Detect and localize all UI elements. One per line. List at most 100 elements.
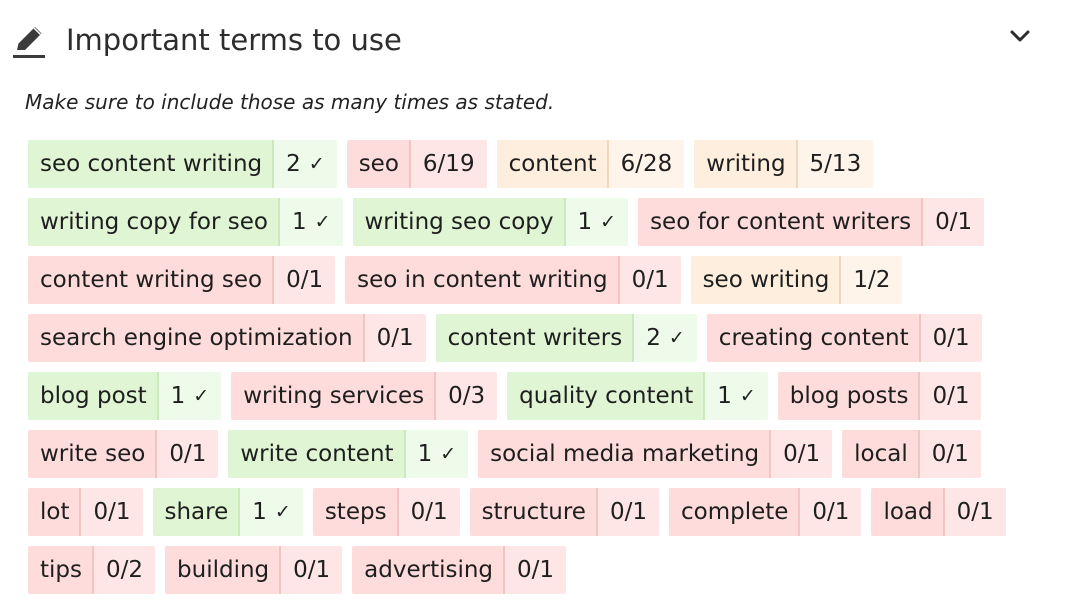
term-chip[interactable]: creating content 0/1 [706,314,982,362]
term-count-value: 2 [286,151,301,177]
term-label: writing seo copy [352,198,564,246]
term-count: 0/1 [272,256,336,304]
term-chip[interactable]: load 0/1 [871,488,1006,536]
term-chip[interactable]: write content 1 ✓ [228,430,469,478]
term-chip[interactable]: seo 6/19 [346,140,487,188]
term-label: write content [228,430,404,478]
term-label: seo [346,140,409,188]
term-count-value: 0/1 [609,499,647,525]
term-chip[interactable]: seo in content writing 0/1 [345,256,681,304]
term-count: 1 ✓ [277,198,343,246]
term-chip[interactable]: blog post 1 ✓ [28,372,222,420]
term-count: 1/2 [839,256,903,304]
term-chip[interactable]: writing services 0/3 [231,372,498,420]
checkmark-icon: ✓ [600,211,617,233]
term-chip[interactable]: structure 0/1 [469,488,659,536]
checkmark-icon: ✓ [739,385,756,407]
term-label: search engine optimization [28,314,363,362]
term-count-value: 6/28 [620,151,673,177]
term-chip[interactable]: write seo 0/1 [28,430,219,478]
term-count-value: 1 [577,209,593,235]
term-chip[interactable]: share 1 ✓ [152,488,303,536]
term-count: 5/13 [795,140,874,188]
term-count: 0/3 [434,372,498,420]
term-chip[interactable]: content writers 2 ✓ [435,314,697,362]
term-label: content writers [435,314,633,362]
term-chip[interactable]: writing 5/13 [694,140,874,188]
term-label: blog posts [777,372,919,420]
term-chip[interactable]: content 6/28 [496,140,685,188]
term-chip[interactable]: content writing seo 0/1 [28,256,336,304]
term-label: steps [312,488,397,536]
term-count-value: 1 [252,499,267,525]
term-count: 0/1 [917,430,981,478]
term-chip[interactable]: building 0/1 [165,546,343,594]
checkmark-icon: ✓ [193,385,210,407]
term-count-value: 0/2 [106,557,144,583]
panel-header[interactable]: Important terms to use [10,14,1056,64]
term-chip[interactable]: local 0/1 [842,430,981,478]
term-count: 1 ✓ [703,372,768,420]
term-count: 1 ✓ [403,430,469,478]
term-chip[interactable]: lot 0/1 [28,488,143,536]
term-label: writing [694,140,796,188]
term-count: 1 ✓ [563,198,629,246]
term-count: 0/1 [155,430,219,478]
term-count: 0/1 [918,372,982,420]
term-chip[interactable]: writing copy for seo 1 ✓ [28,198,343,246]
term-count-value: 1 [291,209,307,235]
term-count-value: 2 [646,325,661,351]
term-count: 0/1 [918,314,982,362]
term-count: 6/19 [408,140,487,188]
term-count-value: 0/3 [448,383,486,409]
checkmark-icon: ✓ [308,153,325,175]
term-count-value: 0/1 [932,383,970,409]
term-count: 0/2 [92,546,156,594]
term-count-value: 0/1 [812,499,850,525]
term-chip[interactable]: seo for content writers 0/1 [638,198,985,246]
term-count: 6/28 [606,140,685,188]
term-chip[interactable]: tips 0/2 [28,546,156,594]
term-count-value: 0/1 [517,557,555,583]
term-count: 2 ✓ [272,140,337,188]
term-chip[interactable]: blog posts 0/1 [777,372,982,420]
term-label: advertising [352,546,504,594]
term-chip[interactable]: complete 0/1 [668,488,862,536]
term-count: 0/1 [595,488,659,536]
term-label: creating content [706,314,919,362]
term-count-value: 0/1 [169,441,207,467]
term-count-value: 0/1 [932,325,970,351]
term-label: content [496,140,607,188]
term-count: 0/1 [921,198,985,246]
chevron-down-icon[interactable] [1006,22,1034,50]
term-count: 0/1 [79,488,143,536]
term-count: 2 ✓ [632,314,697,362]
term-label: seo writing [690,256,840,304]
term-label: building [165,546,280,594]
term-label: blog post [28,372,157,420]
term-count-value: 0/1 [631,267,669,293]
term-label: complete [668,488,799,536]
term-chip[interactable]: advertising 0/1 [352,546,567,594]
term-chip[interactable]: writing seo copy 1 ✓ [352,198,629,246]
checkmark-icon: ✓ [668,327,685,349]
term-chip[interactable]: steps 0/1 [312,488,460,536]
term-label: lot [28,488,80,536]
term-label: structure [469,488,596,536]
term-chip[interactable]: seo content writing 2 ✓ [28,140,337,188]
term-count-value: 0/1 [410,499,448,525]
checkmark-icon: ✓ [314,211,331,233]
term-count: 0/1 [942,488,1006,536]
term-count-value: 6/19 [422,151,475,177]
term-count: 0/1 [798,488,862,536]
term-chip[interactable]: social media marketing 0/1 [478,430,833,478]
term-count: 0/1 [362,314,426,362]
term-count-value: 1 [170,383,186,409]
term-chip[interactable]: seo writing 1/2 [690,256,903,304]
term-chip[interactable]: quality content 1 ✓ [507,372,768,420]
term-count: 0/1 [279,546,343,594]
term-label: write seo [28,430,156,478]
term-chip[interactable]: search engine optimization 0/1 [28,314,426,362]
term-label: seo content writing [28,140,273,188]
term-count-value: 1/2 [853,267,891,293]
